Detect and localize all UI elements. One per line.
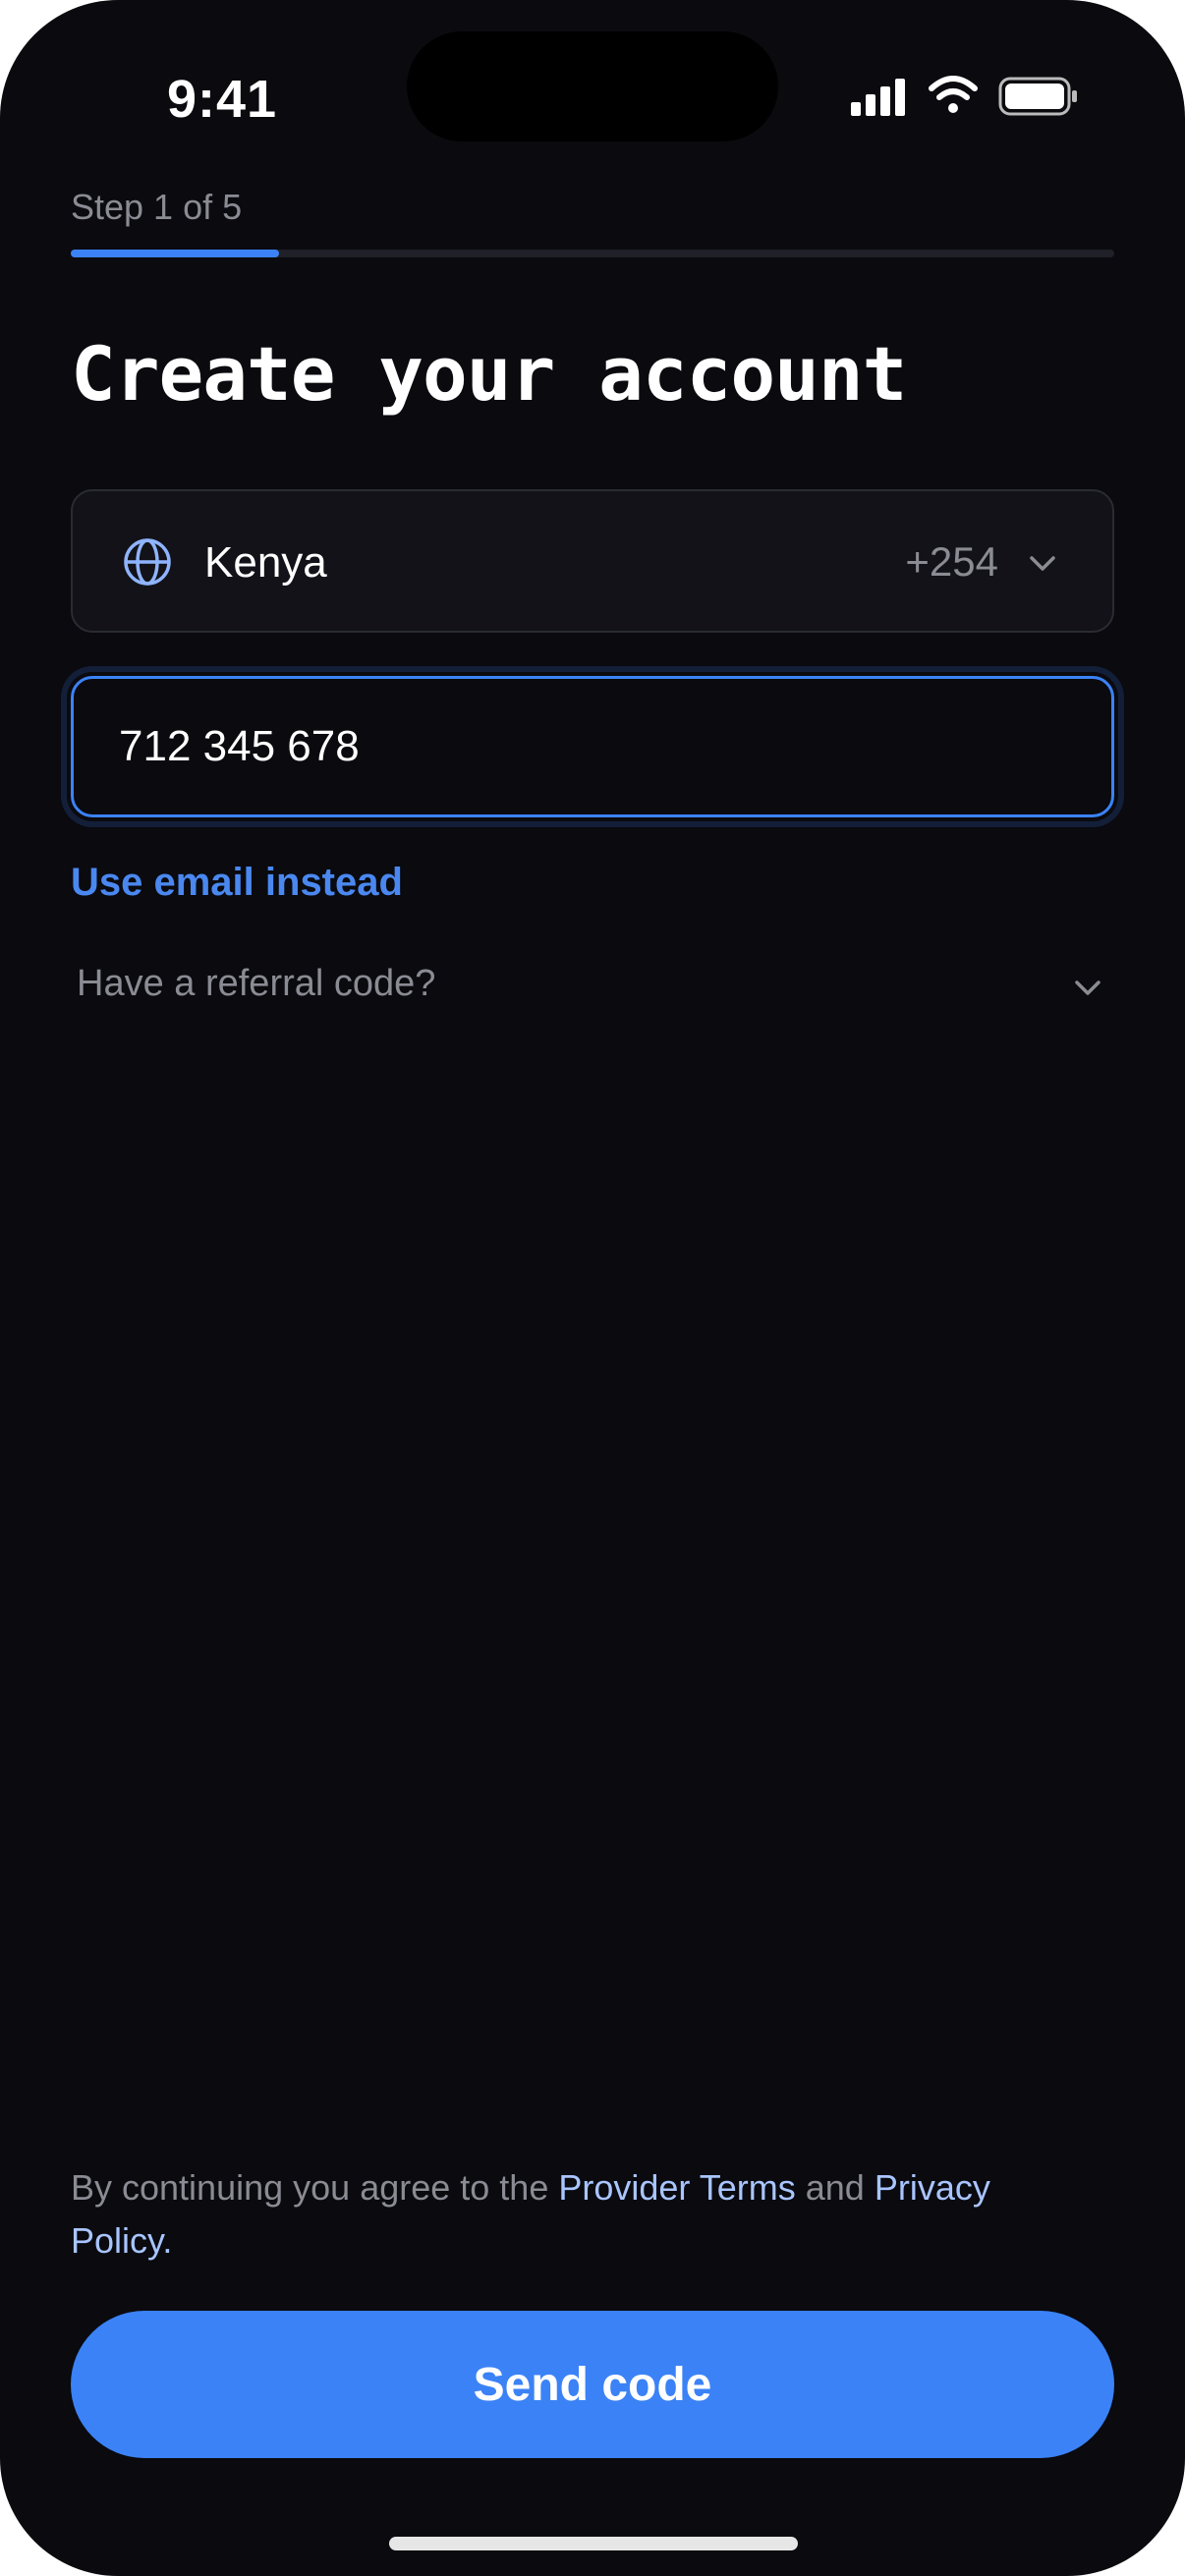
page-title: Create your account <box>71 330 907 418</box>
terms-conjunction: and <box>795 2167 875 2208</box>
country-select[interactable]: Kenya +254 <box>71 489 1114 633</box>
globe-icon <box>124 538 171 586</box>
use-email-link[interactable]: Use email instead <box>71 861 403 905</box>
progress-fill <box>71 250 280 257</box>
dynamic-island <box>407 31 778 141</box>
terms-text: By continuing you agree to the Provider … <box>71 2161 1053 2268</box>
send-code-button[interactable]: Send code <box>71 2311 1114 2458</box>
referral-label: Have a referral code? <box>77 963 436 1004</box>
dial-code: +254 <box>905 538 998 585</box>
progress-bar <box>71 250 1114 257</box>
battery-icon <box>998 77 1077 116</box>
wifi-icon <box>929 76 978 113</box>
country-name: Kenya <box>204 538 327 587</box>
referral-toggle[interactable]: Have a referral code? <box>71 953 1114 1022</box>
chevron-down-icon <box>1075 980 1100 995</box>
status-time: 9:41 <box>167 70 278 129</box>
terms-prefix: By continuing you agree to the <box>71 2167 559 2208</box>
chevron-down-icon <box>1030 556 1055 571</box>
phone-screen: 9:41 Step 1 of 5 Create your account Ken… <box>0 0 1185 2576</box>
phone-input-focus-ring <box>67 672 1118 821</box>
home-indicator <box>389 2537 798 2550</box>
provider-terms-link[interactable]: Provider Terms <box>558 2167 795 2208</box>
step-label: Step 1 of 5 <box>71 187 243 227</box>
phone-number-input[interactable] <box>71 676 1114 817</box>
signal-icon <box>851 79 905 116</box>
terms-suffix: . <box>162 2220 173 2261</box>
